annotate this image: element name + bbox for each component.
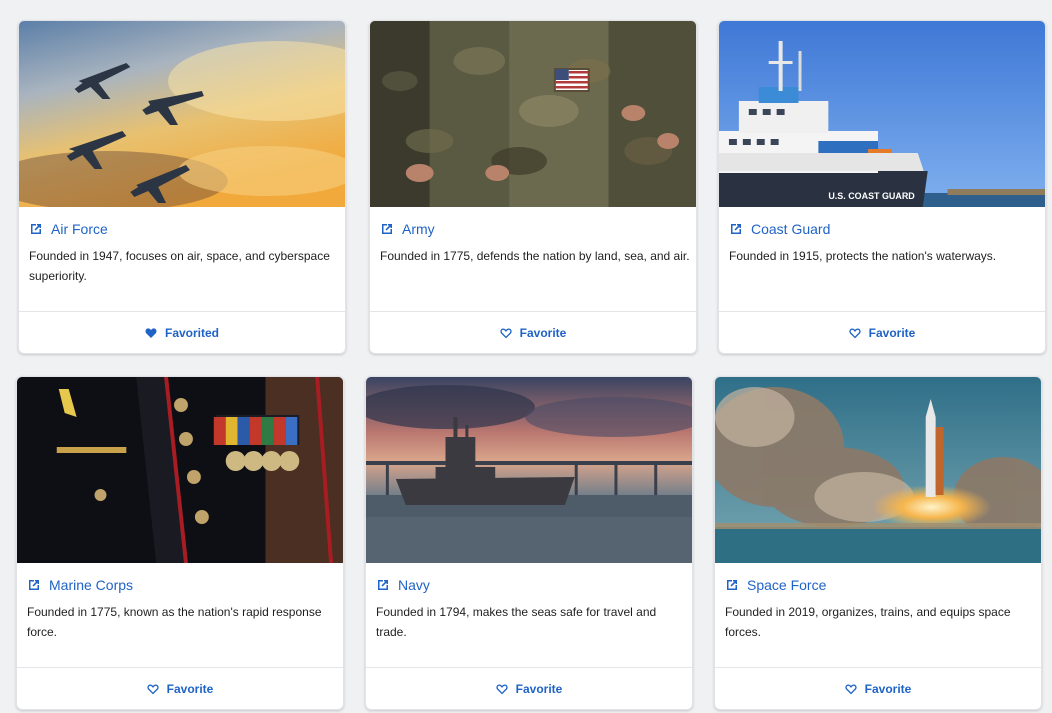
open-in-new-icon: [378, 580, 388, 590]
favorite-label: Favorite: [868, 325, 916, 340]
marine-uniform-image: [17, 377, 343, 563]
fighter-jets-image: [19, 21, 345, 207]
card-title-link[interactable]: Marine Corps: [27, 577, 133, 593]
card-footer: Favorite: [17, 667, 343, 709]
favorite-label: Favorite: [864, 681, 912, 696]
card-image: U.S. COAST GUARD: [719, 21, 1045, 207]
card-grid: Air Force Founded in 1947, focuses on ai…: [0, 0, 1052, 713]
heart-outline-icon: [849, 327, 861, 338]
card-image: [366, 377, 692, 563]
ship-hull-text: U.S. COAST GUARD: [828, 191, 915, 201]
card-title-link[interactable]: Coast Guard: [729, 221, 830, 237]
open-in-new-icon: [29, 580, 39, 590]
coast-guard-ship-image: U.S. COAST GUARD: [719, 21, 1045, 207]
card-title-link[interactable]: Navy: [376, 577, 430, 593]
heart-filled-icon: [145, 327, 157, 338]
card-footer: Favorited: [19, 311, 345, 353]
favorite-label: Favorite: [515, 681, 563, 696]
favorite-button[interactable]: Favorite: [490, 322, 577, 344]
favorite-button[interactable]: Favorited: [135, 322, 229, 344]
card-footer: Favorite: [370, 311, 696, 353]
flag-patch: [553, 68, 590, 92]
card-description: Founded in 2019, organizes, trains, and …: [725, 605, 1011, 639]
favorite-button[interactable]: Favorite: [486, 678, 573, 700]
card-description: Founded in 1794, makes the seas safe for…: [376, 605, 657, 639]
ribbon-bar: [213, 417, 298, 445]
heart-outline-icon: [147, 683, 159, 694]
card-image: [370, 21, 696, 207]
card-description: Founded in 1915, protects the nation's w…: [729, 249, 997, 263]
open-in-new-icon: [727, 580, 737, 590]
favorite-button[interactable]: Favorite: [835, 678, 922, 700]
card-air-force: Air Force Founded in 1947, focuses on ai…: [18, 20, 346, 354]
card-title: Navy: [398, 577, 430, 593]
card-title-link[interactable]: Army: [380, 221, 435, 237]
card-space-force: Space Force Founded in 2019, organizes, …: [714, 376, 1042, 710]
favorite-button[interactable]: Favorite: [839, 322, 926, 344]
card-navy: Navy Founded in 1794, makes the seas saf…: [365, 376, 693, 710]
open-in-new-icon: [382, 224, 392, 234]
card-image: [19, 21, 345, 207]
card-image: [17, 377, 343, 563]
card-title: Army: [402, 221, 435, 237]
card-footer: Favorite: [366, 667, 692, 709]
card-description: Founded in 1775, known as the nation's r…: [27, 605, 322, 639]
card-title: Air Force: [51, 221, 108, 237]
rocket-launch-image: [715, 377, 1041, 563]
favorite-button[interactable]: Favorite: [137, 678, 224, 700]
card-footer: Favorite: [715, 667, 1041, 709]
card-title: Coast Guard: [751, 221, 831, 237]
card-army: Army Founded in 1775, defends the nation…: [369, 20, 697, 354]
soldiers-image: [370, 21, 696, 207]
card-title-link[interactable]: Air Force: [29, 221, 108, 237]
card-title-link[interactable]: Space Force: [725, 577, 826, 593]
heart-outline-icon: [500, 327, 512, 338]
card-description: Founded in 1947, focuses on air, space, …: [29, 249, 330, 283]
favorite-label: Favorite: [166, 681, 214, 696]
favorite-label: Favorited: [164, 325, 219, 340]
card-footer: Favorite: [719, 311, 1045, 353]
card-title: Space Force: [747, 577, 827, 593]
card-image: [715, 377, 1041, 563]
open-in-new-icon: [731, 224, 741, 234]
card-coast-guard: U.S. COAST GUARD Coast Guard Founded in …: [718, 20, 1046, 354]
heart-outline-icon: [496, 683, 508, 694]
card-description: Founded in 1775, defends the nation by l…: [380, 249, 690, 263]
card-marine-corps: Marine Corps Founded in 1775, known as t…: [16, 376, 344, 710]
navy-ship-image: [366, 377, 692, 563]
favorite-label: Favorite: [519, 325, 567, 340]
open-in-new-icon: [31, 224, 41, 234]
heart-outline-icon: [845, 683, 857, 694]
card-title: Marine Corps: [49, 577, 134, 593]
